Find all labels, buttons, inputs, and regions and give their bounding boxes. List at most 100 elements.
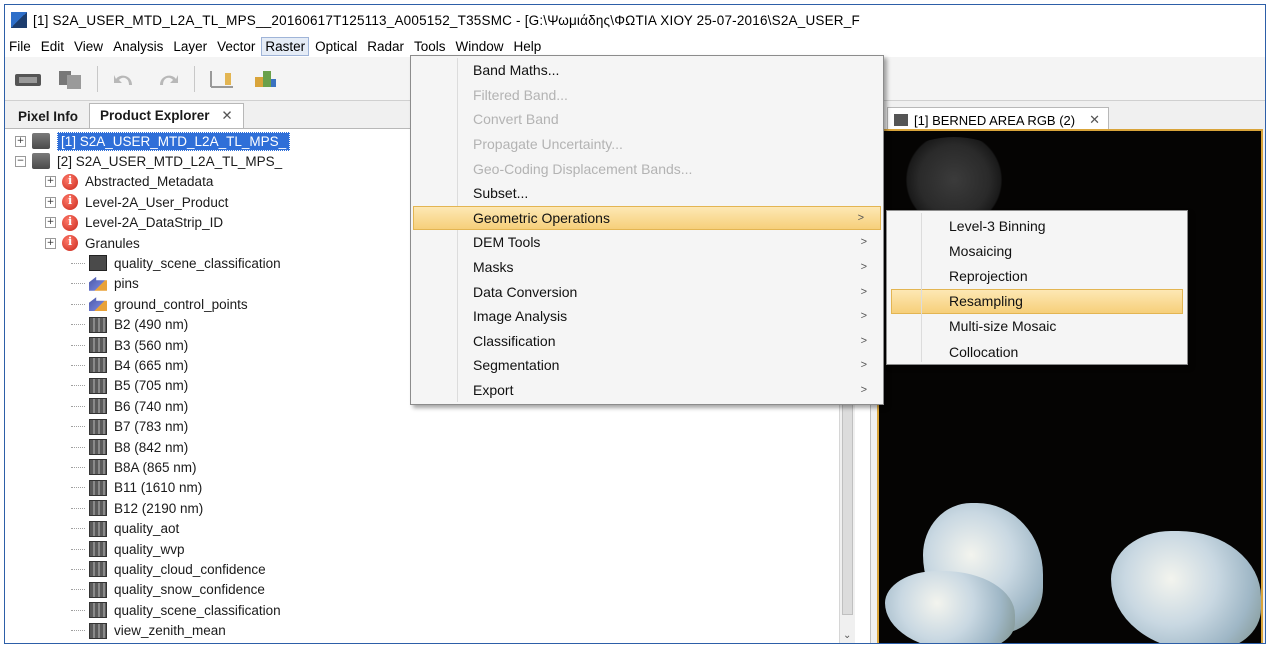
scatter-plot-icon[interactable] [249, 65, 279, 93]
menu-file[interactable]: File [5, 37, 35, 56]
band-icon [89, 398, 107, 415]
pin-icon [89, 276, 107, 291]
submenu-item-mosaicing[interactable]: Mosaicing [887, 238, 1187, 263]
tree-node[interactable]: B5 (705 nm) [71, 376, 188, 396]
chevron-down-icon[interactable]: ⌄ [843, 630, 851, 641]
tree-node[interactable]: quality_scene_classification [71, 253, 281, 273]
tree-connector [71, 283, 85, 285]
tree-node[interactable]: − [2] S2A_USER_MTD_L2A_TL_MPS_ [15, 151, 282, 171]
tree-node-label: B4 (665 nm) [114, 357, 189, 373]
image-view-icon [894, 114, 908, 126]
submenu-item-reprojection[interactable]: Reprojection [887, 263, 1187, 288]
app-logo-icon [11, 12, 27, 28]
tree-node[interactable]: B6 (740 nm) [71, 396, 188, 416]
menu-vector[interactable]: Vector [213, 37, 259, 56]
submenu-item-level-3-binning[interactable]: Level-3 Binning [887, 213, 1187, 238]
menu-help[interactable]: Help [510, 37, 546, 56]
tree-node[interactable]: + [1] S2A_USER_MTD_L2A_TL_MPS_ [15, 131, 291, 151]
menu-item-subset[interactable]: Subset... [411, 181, 883, 206]
tree-node[interactable]: B8 (842 nm) [71, 437, 188, 457]
tree-node-label: B3 (560 nm) [114, 337, 189, 353]
tree-node-label: B8 (842 nm) [114, 439, 189, 455]
menu-window[interactable]: Window [452, 37, 508, 56]
tree-node[interactable]: B12 (2190 nm) [71, 498, 203, 518]
menu-tools[interactable]: Tools [410, 37, 450, 56]
menu-item-export[interactable]: Export > [411, 378, 883, 403]
close-icon[interactable]: ✕ [1089, 112, 1100, 128]
tree-node[interactable]: B3 (560 nm) [71, 335, 188, 355]
tree-node[interactable]: B11 (1610 nm) [71, 478, 202, 498]
product-library-icon[interactable] [55, 65, 85, 93]
menu-item-band-maths[interactable]: Band Maths... [411, 58, 883, 83]
tree-node[interactable]: quality_aot [71, 519, 179, 539]
menu-item-geometric-operations[interactable]: Geometric Operations > [413, 205, 881, 231]
menu-view[interactable]: View [70, 37, 107, 56]
tree-connector [71, 609, 85, 611]
submenu-item-resampling[interactable]: Resampling [891, 288, 1183, 314]
expand-icon[interactable]: + [15, 135, 26, 147]
chevron-right-icon: > [860, 236, 867, 249]
tab-pixel-info[interactable]: Pixel Info [7, 104, 89, 128]
menu-item-classification[interactable]: Classification > [411, 329, 883, 354]
tree-connector [71, 528, 85, 530]
menu-item-segmentation[interactable]: Segmentation > [411, 353, 883, 378]
submenu-item-collocation[interactable]: Collocation [887, 339, 1187, 364]
tree-node[interactable]: quality_snow_confidence [71, 580, 265, 600]
tree-node[interactable]: B8A (865 nm) [71, 457, 197, 477]
tree-node[interactable]: quality_scene_classification [71, 600, 281, 620]
tab-image-view[interactable]: [1] BERNED AREA RGB (2) ✕ [887, 107, 1110, 129]
tree-node[interactable]: pins [71, 274, 139, 294]
tree-node-label: quality_wvp [114, 541, 185, 557]
band-icon [89, 520, 107, 537]
menu-edit[interactable]: Edit [37, 37, 68, 56]
tree-connector [71, 507, 85, 509]
band-icon [89, 479, 107, 496]
tree-node[interactable]: view_zenith_mean [71, 621, 226, 641]
tree-connector [71, 324, 85, 326]
expand-icon[interactable]: + [45, 176, 56, 188]
tree-node[interactable]: + Level-2A_User_Product [45, 192, 228, 212]
tree-node-label: B12 (2190 nm) [114, 500, 204, 516]
tab-product-explorer[interactable]: Product Explorer ✕ [89, 103, 244, 128]
menu-item-label: Export [473, 382, 514, 399]
submenu-item-multi-size-mosaic[interactable]: Multi-size Mosaic [887, 314, 1187, 339]
tree-node[interactable]: B2 (490 nm) [71, 315, 188, 335]
band-icon [89, 377, 107, 394]
expand-icon[interactable]: + [45, 217, 56, 229]
image-canvas[interactable] [877, 129, 1263, 643]
tree-node[interactable]: + Granules [45, 233, 140, 253]
menu-layer[interactable]: Layer [169, 37, 211, 56]
redo-icon[interactable] [152, 65, 182, 93]
tree-node[interactable]: quality_cloud_confidence [71, 559, 266, 579]
menu-item-label: Segmentation [473, 357, 560, 374]
menu-analysis[interactable]: Analysis [109, 37, 167, 56]
menu-raster[interactable]: Raster [261, 36, 310, 56]
menu-item-label: Masks [473, 259, 514, 276]
open-product-icon[interactable] [13, 65, 43, 93]
collapse-icon[interactable]: − [15, 155, 26, 167]
menu-radar[interactable]: Radar [363, 37, 408, 56]
tree-node[interactable]: + Level-2A_DataStrip_ID [45, 213, 223, 233]
band-maths-icon[interactable] [207, 65, 237, 93]
undo-icon[interactable] [110, 65, 140, 93]
raster-menu: Band Maths... Filtered Band... Convert Ban… [410, 55, 884, 405]
menu-optical[interactable]: Optical [311, 37, 361, 56]
menu-item-data-conversion[interactable]: Data Conversion > [411, 279, 883, 304]
tree-node[interactable]: B4 (665 nm) [71, 355, 188, 375]
expand-icon[interactable]: + [45, 196, 56, 208]
menu-item-image-analysis[interactable]: Image Analysis > [411, 304, 883, 329]
tree-node-label: [2] S2A_USER_MTD_L2A_TL_MPS_ [57, 153, 283, 169]
menu-item-masks[interactable]: Masks > [411, 255, 883, 280]
band-icon [89, 337, 107, 353]
close-icon[interactable]: ✕ [221, 108, 232, 123]
expand-icon[interactable]: + [45, 237, 56, 249]
menu-item-dem-tools[interactable]: DEM Tools > [411, 230, 883, 255]
chevron-right-icon: > [860, 384, 867, 397]
tree-node[interactable]: quality_wvp [71, 539, 185, 559]
menu-item-propagate-uncertainty: Propagate Uncertainty... [411, 132, 883, 157]
tree-node[interactable]: + Abstracted_Metadata [45, 172, 213, 192]
tree-node-label: Level-2A_DataStrip_ID [85, 215, 224, 231]
tree-node[interactable]: ground_control_points [71, 294, 248, 314]
tree-node[interactable]: B7 (783 nm) [71, 417, 188, 437]
tree-node-label: quality_cloud_confidence [114, 561, 266, 577]
